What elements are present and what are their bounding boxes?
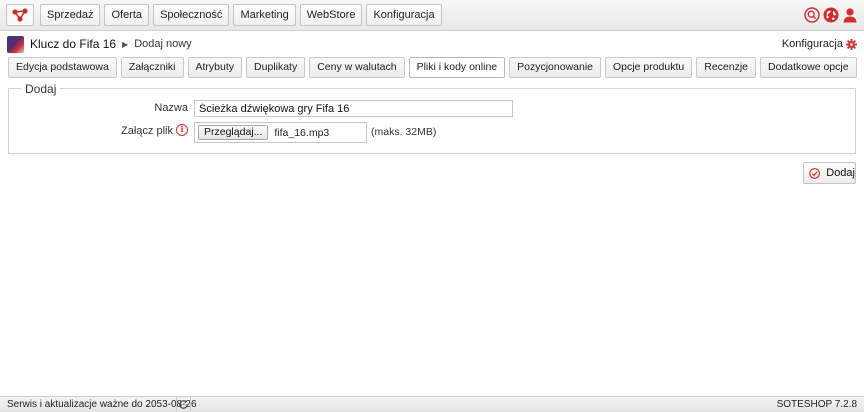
tab-files-online-codes[interactable]: Pliki i kody online [408, 57, 506, 78]
name-label: Nazwa [154, 102, 188, 114]
service-validity-text: Serwis i aktualizacje ważne do 2053-08-2… [7, 399, 197, 410]
top-navigation-bar: Sprzedaż Oferta Społeczność Marketing We… [0, 0, 864, 31]
tab-currency-prices[interactable]: Ceny w walutach [309, 57, 405, 78]
breadcrumb-current: Dodaj nowy [134, 38, 192, 50]
file-upload-field[interactable]: Przeglądaj... fifa_16.mp3 [194, 122, 367, 143]
browse-button[interactable]: Przeglądaj... [198, 125, 269, 140]
user-icon[interactable] [842, 7, 858, 23]
search-icon[interactable] [804, 7, 820, 23]
add-button[interactable]: Dodaj [803, 162, 856, 184]
version-label: SOTESHOP 7.2.8 [776, 399, 857, 410]
add-button-label: Dodaj [826, 167, 855, 179]
attach-file-label: Załącz plik [121, 125, 173, 137]
main-menu: Sprzedaż Oferta Społeczność Marketing We… [40, 4, 442, 26]
breadcrumb-arrow-icon: ▶ [122, 39, 129, 49]
status-bar: Serwis i aktualizacje ważne do 2053-08-2… [0, 396, 864, 412]
max-size-note: (maks. 32MB) [371, 126, 437, 138]
nav-item-sales[interactable]: Sprzedaż [40, 4, 101, 26]
tab-duplicates[interactable]: Duplikaty [246, 57, 306, 78]
nav-item-community[interactable]: Społeczność [153, 4, 230, 26]
nav-item-webstore[interactable]: WebStore [299, 4, 363, 26]
tab-basic-edit[interactable]: Edycja podstawowa [8, 57, 117, 78]
tab-product-options[interactable]: Opcje produktu [605, 57, 693, 78]
product-tabs: Edycja podstawowa Załączniki Atrybuty Du… [8, 57, 857, 78]
top-icons [804, 7, 858, 23]
globe-icon[interactable] [823, 7, 839, 23]
gear-icon [846, 38, 857, 50]
configuration-link-label: Konfiguracja [781, 38, 843, 50]
tab-reviews[interactable]: Recenzje [696, 57, 757, 78]
product-thumbnail [7, 35, 24, 53]
nav-item-marketing[interactable]: Marketing [233, 4, 296, 26]
logo-icon[interactable] [6, 4, 34, 26]
add-form-fieldset [8, 88, 856, 154]
selected-file-name: fifa_16.mp3 [274, 126, 330, 139]
refresh-icon[interactable] [176, 397, 191, 412]
nav-item-offer[interactable]: Oferta [104, 4, 150, 26]
tab-attachments[interactable]: Załączniki [120, 57, 184, 78]
name-input[interactable] [194, 100, 513, 117]
tab-additional-options[interactable]: Dodatkowe opcje [760, 57, 857, 78]
nav-item-configuration[interactable]: Konfiguracja [366, 4, 442, 26]
check-circle-icon [809, 167, 821, 179]
tab-positioning[interactable]: Pozycjonowanie [509, 57, 602, 78]
breadcrumb: Klucz do Fifa 16 ▶ Dodaj nowy [7, 35, 192, 53]
info-icon[interactable]: i [176, 124, 188, 136]
tab-attributes[interactable]: Atrybuty [187, 57, 243, 78]
form-legend: Dodaj [21, 82, 61, 96]
configuration-link[interactable]: Konfiguracja [782, 38, 857, 50]
breadcrumb-product[interactable]: Klucz do Fifa 16 [30, 37, 116, 51]
